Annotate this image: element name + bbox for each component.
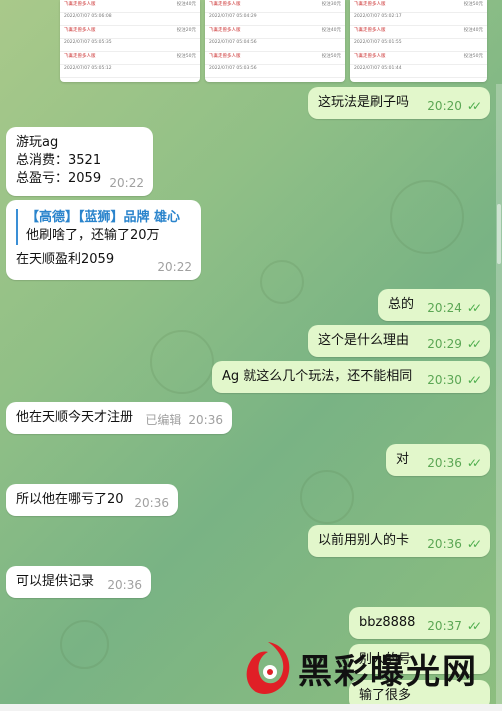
record-row: 飞禽走兽多人版 投注30元: [205, 0, 345, 13]
wallpaper-doodle: [150, 330, 214, 394]
message-meta: 20:37 ✓✓: [427, 619, 482, 633]
message-time: 20:22: [109, 176, 144, 190]
record-row: 飞禽走兽多人版 投注40元: [60, 0, 200, 13]
edited-label: 已编辑: [145, 413, 182, 427]
record-row: 飞禽走兽多人版 投注50元: [350, 0, 487, 13]
attachment-image-2[interactable]: 飞禽走兽多人版 投注30元 2022/07/07 05:04:29 飞禽走兽多人版…: [205, 0, 345, 82]
attachment-image-3[interactable]: 飞禽走兽多人版 投注50元 2022/07/07 05:02:17 飞禽走兽多人版…: [350, 0, 487, 82]
record-row: 2022/07/07 05:05:12: [60, 65, 200, 78]
message-meta: 已编辑 20:36: [145, 411, 223, 428]
wallpaper-doodle: [60, 620, 109, 669]
message-incoming[interactable]: 他在天顺今天才注册 已编辑 20:36: [6, 402, 232, 434]
message-outgoing[interactable]: 这个是什么理由 20:29 ✓✓: [308, 325, 490, 357]
message-time: 20:22: [157, 260, 192, 274]
message-time: 20:36: [427, 456, 462, 470]
message-meta: 20:22: [109, 176, 144, 190]
message-time: 20:29: [427, 337, 462, 351]
read-check-icon: ✓✓: [466, 373, 482, 387]
wallpaper-doodle: [300, 470, 354, 524]
message-time: 20:37: [427, 619, 462, 633]
read-check-icon: ✓✓: [466, 456, 482, 470]
message-meta: 20:29 ✓✓: [427, 337, 482, 351]
message-meta: 20:30 ✓✓: [427, 373, 482, 387]
record-row: 飞禽走兽多人版 投注40元: [205, 26, 345, 39]
record-row: 飞禽走兽多人版 投注40元: [350, 26, 487, 39]
reply-text: 他刷啥了，还输了20万: [26, 228, 160, 243]
message-time: 20:36: [134, 496, 169, 510]
read-check-icon: ✓✓: [466, 99, 482, 113]
scroll-thumb[interactable]: [497, 204, 501, 264]
message-incoming-reply[interactable]: 【高德】【蓝狮】品牌 雄心 他刷啥了，还输了20万 在天顺盈利2059 20:2…: [6, 200, 201, 280]
scrollbar[interactable]: [496, 84, 502, 711]
message-incoming[interactable]: 所以他在哪亏了20 20:36: [6, 484, 178, 516]
read-check-icon: ✓✓: [466, 537, 482, 551]
message-time: 20:20: [427, 99, 462, 113]
message-time: 20:36: [427, 537, 462, 551]
record-row: 2022/07/07 05:05:35: [60, 39, 200, 52]
bottom-edge: [0, 704, 502, 711]
watermark-text: 黑彩曝光网: [298, 652, 478, 692]
message-outgoing[interactable]: 对 20:36 ✓✓: [386, 444, 490, 476]
message-meta: 20:36 ✓✓: [427, 456, 482, 470]
message-outgoing[interactable]: Ag 就这么几个玩法，还不能相同 20:30 ✓✓: [212, 361, 490, 393]
message-meta: 20:36: [134, 496, 169, 510]
read-check-icon: ✓✓: [466, 337, 482, 351]
watermark: 黑彩曝光网: [238, 634, 488, 704]
message-text: 游玩ag: [16, 135, 59, 150]
record-row: 2022/07/07 05:04:29: [205, 13, 345, 26]
record-row: 2022/07/07 05:06:08: [60, 13, 200, 26]
message-meta: 20:20 ✓✓: [427, 99, 482, 113]
read-check-icon: ✓✓: [466, 619, 482, 633]
message-time: 20:36: [107, 578, 142, 592]
record-row: 飞禽走兽多人版 投注50元: [205, 52, 345, 65]
message-time: 20:30: [427, 373, 462, 387]
message-outgoing[interactable]: 以前用别人的卡 20:36 ✓✓: [308, 525, 490, 557]
reply-quote[interactable]: 【高德】【蓝狮】品牌 雄心 他刷啥了，还输了20万: [16, 209, 191, 245]
wallpaper-doodle: [260, 260, 304, 304]
record-row: 2022/07/07 05:02:17: [350, 13, 487, 26]
message-time: 20:36: [188, 412, 223, 427]
record-row: 2022/07/07 05:03:56: [205, 65, 345, 78]
record-row: 飞禽走兽多人版 投注20元: [60, 26, 200, 39]
message-meta: 20:24 ✓✓: [427, 301, 482, 315]
message-text: 总消费：3521: [16, 153, 102, 168]
record-row: 2022/07/07 05:04:56: [205, 39, 345, 52]
message-incoming[interactable]: 可以提供记录 20:36: [6, 566, 151, 598]
message-outgoing[interactable]: 总的 20:24 ✓✓: [378, 289, 490, 321]
record-row: 飞禽走兽多人版 投注50元: [60, 52, 200, 65]
reply-author: 【高德】【蓝狮】品牌 雄心: [26, 210, 181, 225]
message-meta: 20:36: [107, 578, 142, 592]
image-attachments: 飞禽走兽多人版 投注40元 2022/07/07 05:06:08 飞禽走兽多人版…: [0, 0, 502, 84]
message-meta: 20:22: [157, 260, 192, 274]
record-row: 飞禽走兽多人版 投注50元: [350, 52, 487, 65]
read-check-icon: ✓✓: [466, 301, 482, 315]
message-incoming[interactable]: 游玩ag 总消费：3521 总盈亏：2059 20:22: [6, 127, 153, 196]
wallpaper-doodle: [390, 180, 464, 254]
attachment-image-1[interactable]: 飞禽走兽多人版 投注40元 2022/07/07 05:06:08 飞禽走兽多人版…: [60, 0, 200, 82]
message-outgoing[interactable]: 这玩法是刷子吗 20:20 ✓✓: [308, 87, 490, 119]
record-row: 2022/07/07 05:01:55: [350, 39, 487, 52]
record-row: 2022/07/07 05:01:44: [350, 65, 487, 78]
message-time: 20:24: [427, 301, 462, 315]
watermark-logo-icon: [246, 642, 290, 695]
message-meta: 20:36 ✓✓: [427, 537, 482, 551]
